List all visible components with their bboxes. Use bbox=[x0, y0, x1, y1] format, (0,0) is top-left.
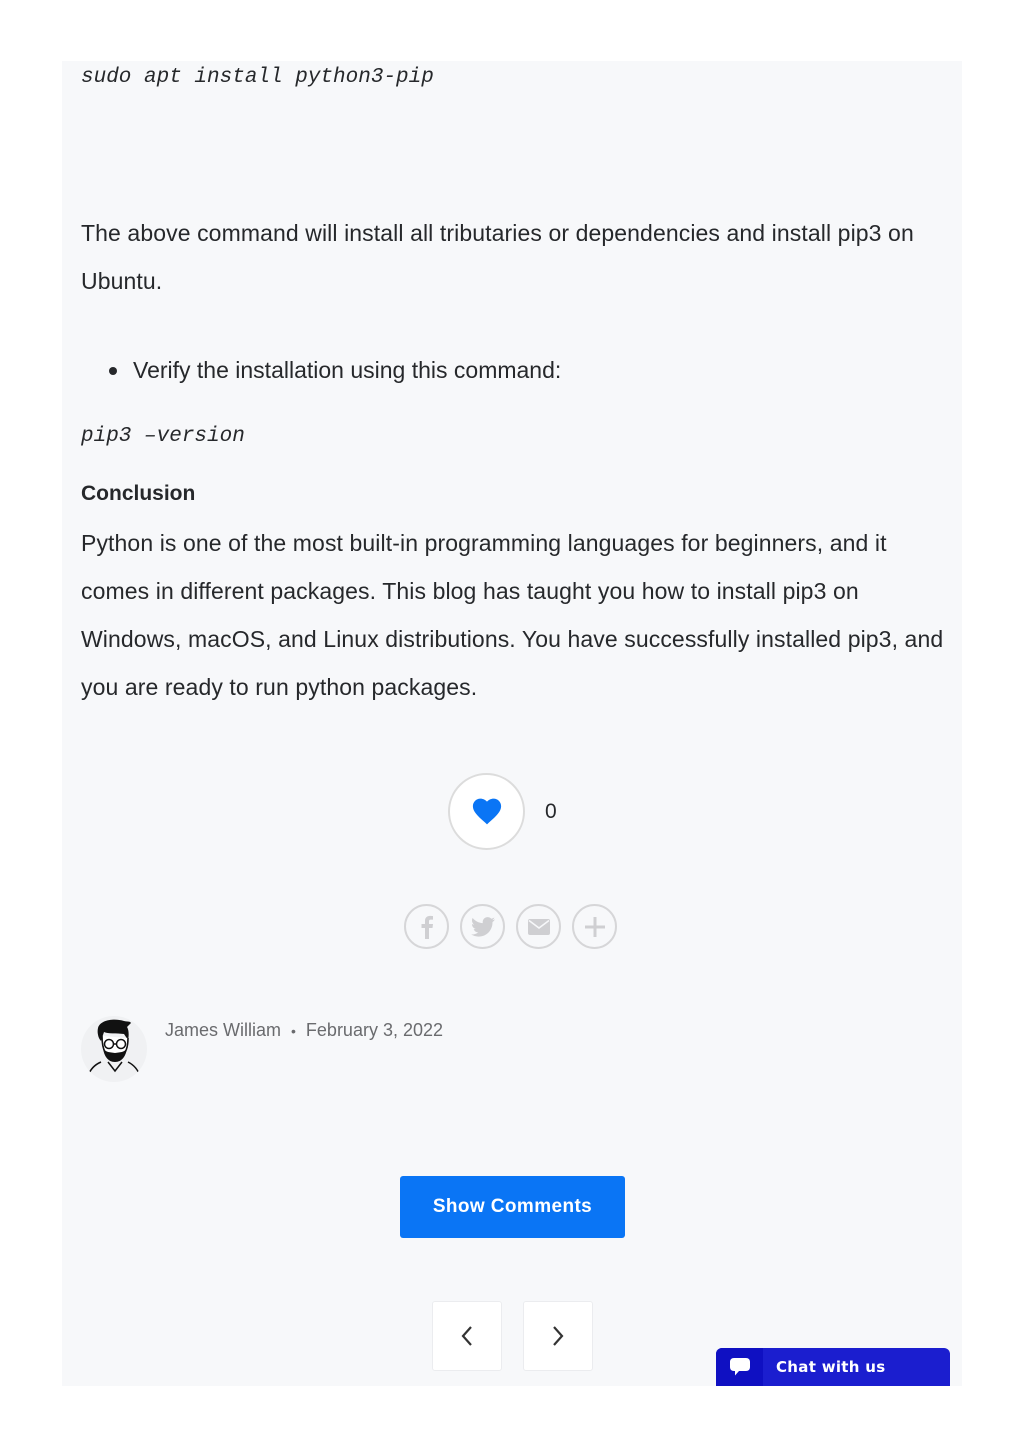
post-date: February 3, 2022 bbox=[305, 1020, 444, 1040]
like-section: 0 bbox=[448, 773, 557, 850]
author-meta: James William • February 3, 2022 bbox=[165, 1020, 443, 1041]
bullet-list: Verify the installation using this comma… bbox=[81, 346, 561, 394]
author-info: James William • February 3, 2022 bbox=[81, 1016, 443, 1082]
share-more-button[interactable] bbox=[572, 904, 617, 949]
conclusion-heading: Conclusion bbox=[81, 482, 196, 505]
chevron-left-icon bbox=[461, 1326, 472, 1346]
email-icon bbox=[527, 918, 550, 935]
chat-icon-box bbox=[716, 1348, 763, 1386]
chat-bubble-icon bbox=[729, 1358, 750, 1376]
meta-separator: • bbox=[291, 1022, 296, 1039]
twitter-icon bbox=[470, 916, 495, 937]
share-buttons bbox=[404, 904, 617, 949]
share-twitter-button[interactable] bbox=[460, 904, 505, 949]
bullet-text: Verify the installation using this comma… bbox=[133, 357, 562, 383]
plus-icon bbox=[584, 916, 605, 937]
chat-widget[interactable]: Chat with us bbox=[716, 1348, 950, 1386]
code-verify-command: pip3 –version bbox=[81, 425, 245, 448]
share-facebook-button[interactable] bbox=[404, 904, 449, 949]
author-avatar[interactable] bbox=[81, 1016, 147, 1082]
bullet-dot bbox=[109, 367, 117, 375]
code-install-command: sudo apt install python3-pip bbox=[81, 66, 434, 89]
bullet-item: Verify the installation using this comma… bbox=[81, 346, 561, 394]
previous-post-button[interactable] bbox=[432, 1301, 502, 1371]
author-name[interactable]: James William bbox=[165, 1020, 281, 1041]
conclusion-paragraph: Python is one of the most built-in progr… bbox=[81, 530, 944, 700]
next-post-button[interactable] bbox=[523, 1301, 593, 1371]
chevron-right-icon bbox=[553, 1326, 564, 1346]
show-comments-button[interactable]: Show Comments bbox=[400, 1176, 625, 1238]
chat-label: Chat with us bbox=[776, 1358, 886, 1376]
install-paragraph: The above command will install all tribu… bbox=[81, 220, 914, 294]
author-avatar-illustration bbox=[87, 1019, 141, 1077]
like-button[interactable] bbox=[448, 773, 525, 850]
facebook-icon bbox=[421, 915, 433, 939]
share-email-button[interactable] bbox=[516, 904, 561, 949]
heart-icon bbox=[472, 798, 501, 825]
like-count: 0 bbox=[545, 799, 557, 823]
article-container: sudo apt install python3-pip The above c… bbox=[62, 61, 962, 1386]
